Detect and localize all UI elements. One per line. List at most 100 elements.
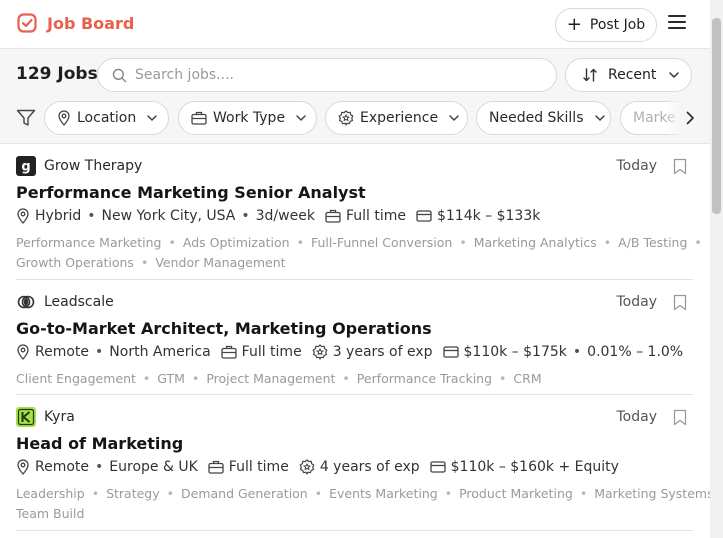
posted-date: Today [616,409,658,425]
job-location: New York City, USA [101,208,236,224]
skill-tag[interactable]: Leadership [16,486,85,501]
filters-scroll-right-button[interactable] [668,101,696,135]
skill-tag[interactable]: Performance Tracking [357,371,492,386]
sort-label: Recent [608,67,657,83]
chevron-down-icon [594,112,606,124]
location-pin-icon [16,344,30,360]
salary-icon [416,210,432,222]
equity-range: 0.01% – 1.0% [587,344,684,360]
job-location: North America [109,344,211,360]
briefcase-icon [191,111,207,125]
filter-work-type[interactable]: Work Type [178,101,317,135]
hamburger-menu-icon[interactable] [668,15,686,35]
salary-range: $110k – $175k [463,344,567,360]
bookmark-icon[interactable] [673,158,687,179]
job-title[interactable]: Head of Marketing [16,434,183,453]
job-schedule: 3d/week [255,208,315,224]
job-company: g Grow Therapy [16,156,142,176]
work-mode: Remote [35,344,90,360]
skill-tag[interactable]: Growth Operations [16,255,134,270]
job-location: Europe & UK [109,459,198,475]
skill-tag[interactable]: Full-Funnel Conversion [311,235,452,250]
chevron-right-icon [684,110,696,126]
salary-range: $110k – $160k + Equity [450,459,619,475]
skill-tag[interactable]: Project Management [206,371,335,386]
brand-name: Job Board [47,13,135,33]
skill-tag[interactable]: Marketing Analytics [474,235,597,250]
salary-icon [429,461,446,473]
filter-experience-label: Experience [360,110,439,126]
skill-tag[interactable]: Performance Marketing [16,235,161,250]
employment-type: Full time [345,208,406,224]
sort-dropdown[interactable]: Recent [565,58,692,92]
job-card[interactable]: g Grow Therapy Today Performance Marketi… [16,144,702,280]
skill-tags: Performance Marketing • Ads Optimization • F… [16,235,702,270]
job-company: Leadscale [16,293,114,311]
brand[interactable]: Job Board [17,13,134,33]
svg-text:g: g [21,160,30,175]
filter-needed-skills-label: Needed Skills [489,110,584,126]
job-board-logo-icon [17,13,37,33]
salary-range: $114k – $133k [436,208,541,224]
bookmark-icon[interactable] [673,409,687,430]
experience-required: 3 years of exp [332,344,433,360]
top-header: Job Board + Post Job [0,0,710,49]
company-name[interactable]: Leadscale [44,294,114,310]
job-count: 129 Jobs [16,64,98,84]
skill-tag[interactable]: A/B Testing [618,235,687,250]
experience-required: 4 years of exp [319,459,420,475]
skill-tag[interactable]: Team Build [16,506,84,521]
skill-tag[interactable]: Events Marketing [329,486,438,501]
chevron-down-icon [668,69,680,81]
job-card[interactable]: Kyra Today Head of Marketing Remote • Eu… [16,395,723,531]
skill-tag[interactable]: Product Marketing [459,486,573,501]
company-name[interactable]: Grow Therapy [44,158,142,174]
chevron-down-icon [448,112,460,124]
employment-type: Full time [228,459,289,475]
skill-tag[interactable]: Ads Optimization [183,235,290,250]
skill-tag[interactable]: Demand Generation [181,486,308,501]
filter-location-label: Location [77,110,137,126]
badge-icon [299,459,315,475]
filter-location[interactable]: Location [44,101,169,135]
post-job-label: Post Job [589,17,646,33]
badge-icon [312,344,328,360]
job-meta: Remote • Europe & UK Full time 4 years o… [16,459,619,475]
kyra-logo-icon [16,407,36,427]
plus-icon: + [566,14,582,35]
job-card[interactable]: Leadscale Today Go-to-Market Architect, … [16,280,693,395]
filter-chips: Location Work Type Experience Needed Ski… [0,101,700,135]
badge-icon [338,110,354,126]
filter-icon[interactable] [16,109,36,131]
posted-date: Today [616,294,658,310]
skill-tag[interactable]: CRM [513,371,541,386]
bookmark-icon[interactable] [673,294,687,315]
skill-tags: Client Engagement • GTM • Project Management… [16,371,542,386]
job-meta: Remote • North America Full time 3 years… [16,344,683,360]
skill-tag[interactable]: Marketing Systems [594,486,713,501]
post-job-button[interactable]: + Post Job [555,8,657,42]
search-input[interactable] [135,67,535,83]
skill-tag[interactable]: Strategy [106,486,160,501]
filter-experience[interactable]: Experience [325,101,468,135]
search-icon [112,68,127,83]
location-pin-icon [16,208,30,224]
job-title[interactable]: Performance Marketing Senior Analyst [16,183,366,202]
page-scrollbar[interactable] [710,0,723,538]
chevron-down-icon [295,112,307,124]
work-mode: Remote [35,459,90,475]
job-meta: Hybrid • New York City, USA • 3d/week Fu… [16,208,540,224]
leadscale-logo-icon [16,292,36,312]
scrollbar-thumb[interactable] [712,18,721,214]
grow-therapy-logo-icon: g [16,156,36,176]
filter-work-type-label: Work Type [213,110,286,126]
job-title[interactable]: Go-to-Market Architect, Marketing Operat… [16,319,432,338]
posted-date: Today [616,158,658,174]
skill-tag[interactable]: Client Engagement [16,371,136,386]
filter-needed-skills[interactable]: Needed Skills [476,101,611,135]
skill-tag[interactable]: Vendor Management [155,255,285,270]
job-company: Kyra [16,407,75,427]
company-name[interactable]: Kyra [44,409,75,425]
skill-tag[interactable]: GTM [157,371,185,386]
search-box[interactable] [97,58,557,92]
